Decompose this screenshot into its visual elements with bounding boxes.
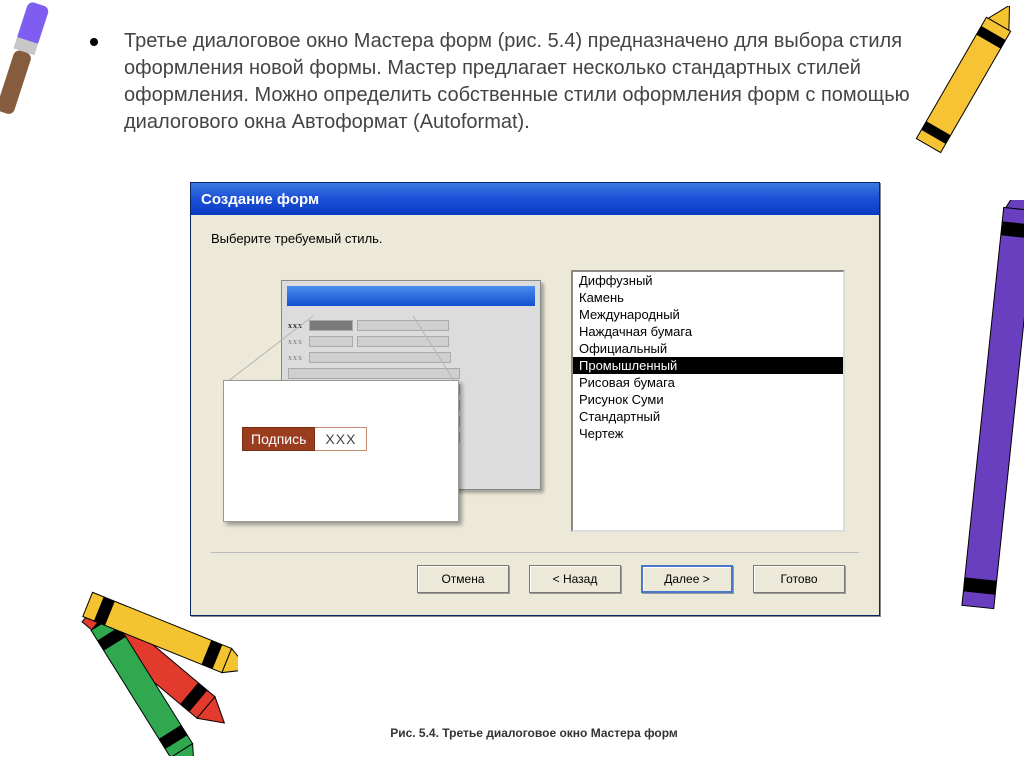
crayon-icon <box>928 200 1024 630</box>
figure-caption: Рис. 5.4. Третье диалоговое окно Мастера… <box>190 726 878 740</box>
cancel-button[interactable]: Отмена <box>417 565 509 593</box>
style-option[interactable]: Чертеж <box>573 425 843 442</box>
body-text: Третье диалоговое окно Мастера форм (рис… <box>124 28 964 136</box>
style-option[interactable]: Рисовая бумага <box>573 374 843 391</box>
form-wizard-dialog: Создание форм Выберите требуемый стиль. … <box>190 182 880 616</box>
finish-button[interactable]: Готово <box>753 565 845 593</box>
dialog-title: Создание форм <box>201 191 319 208</box>
style-listbox[interactable]: ДиффузныйКаменьМеждународныйНаждачная бу… <box>571 270 845 532</box>
body-bullet: Третье диалоговое окно Мастера форм (рис… <box>90 28 964 136</box>
dialog-prompt: Выберите требуемый стиль. <box>211 231 859 246</box>
style-option[interactable]: Международный <box>573 306 843 323</box>
dialog-button-row: Отмена < Назад Далее > Готово <box>211 552 859 601</box>
style-option[interactable]: Официальный <box>573 340 843 357</box>
back-button[interactable]: < Назад <box>529 565 621 593</box>
style-option[interactable]: Камень <box>573 289 843 306</box>
preview-signature-value: XXX <box>315 427 367 451</box>
dialog-titlebar[interactable]: Создание форм <box>191 183 879 215</box>
style-option[interactable]: Наждачная бумага <box>573 323 843 340</box>
style-preview: xxx xxx xxx <box>217 270 547 530</box>
style-option[interactable]: Рисунок Суми <box>573 391 843 408</box>
bullet-icon <box>90 38 98 46</box>
paintbrush-icon <box>0 0 58 126</box>
next-button[interactable]: Далее > <box>641 565 733 593</box>
preview-signature-label: Подпись <box>242 427 315 451</box>
style-option[interactable]: Промышленный <box>573 357 843 374</box>
style-option[interactable]: Диффузный <box>573 272 843 289</box>
style-option[interactable]: Стандартный <box>573 408 843 425</box>
